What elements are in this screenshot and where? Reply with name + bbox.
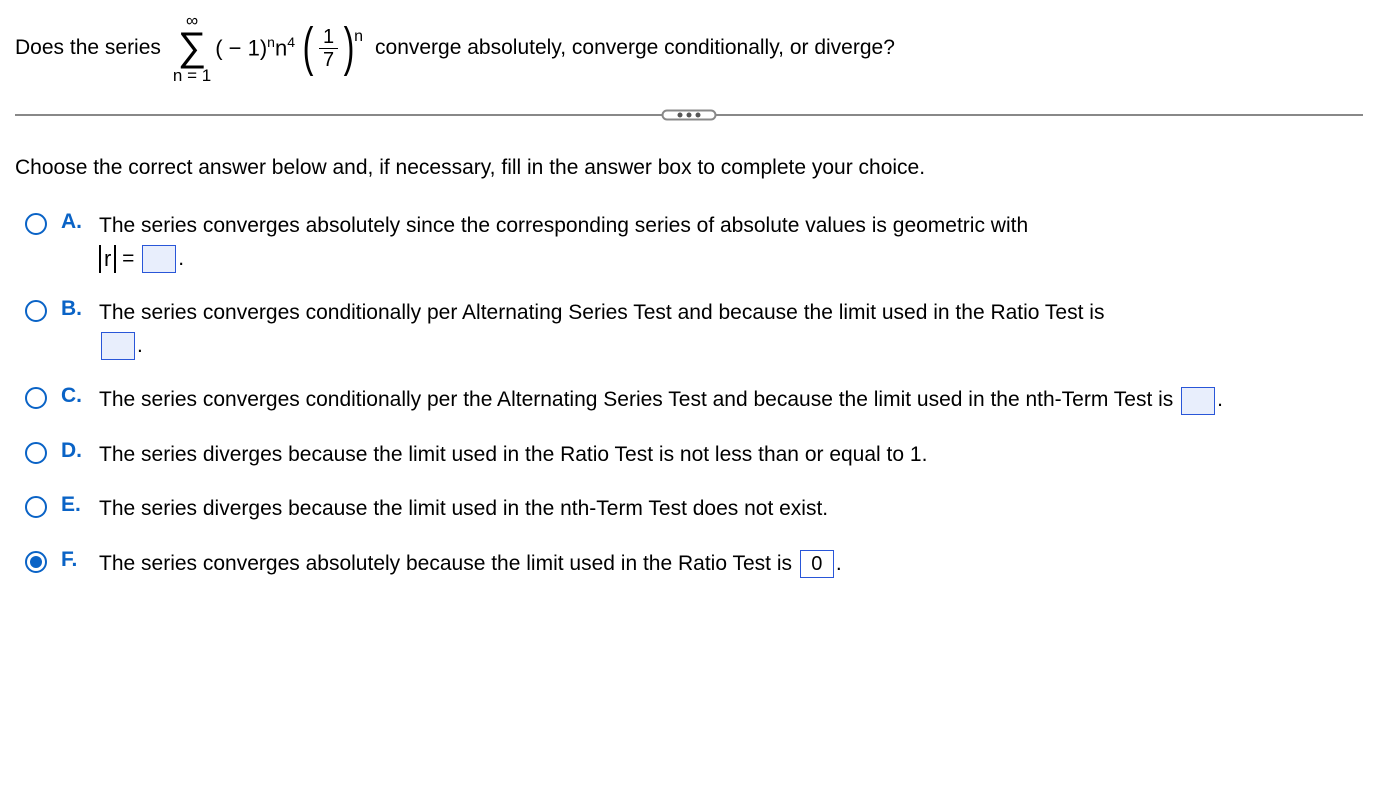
dot-icon <box>687 113 692 118</box>
text-A: The series converges absolutely since th… <box>99 210 1363 275</box>
radio-B[interactable] <box>25 300 47 322</box>
radio-A[interactable] <box>25 213 47 235</box>
question-suffix: converge absolutely, converge conditiona… <box>375 36 895 60</box>
sigma-lower: n = 1 <box>173 67 211 84</box>
text-D: The series diverges because the limit us… <box>99 439 1363 472</box>
series-expression: ∞ ∑ n = 1 ( − 1)nn4 ( 1 7 ) n <box>173 12 363 84</box>
answer-box-F[interactable]: 0 <box>800 550 834 578</box>
label-C: C. <box>61 384 85 408</box>
answer-box-A[interactable] <box>142 245 176 273</box>
outer-exponent: n <box>354 28 363 46</box>
question-stem: Does the series ∞ ∑ n = 1 ( − 1)nn4 ( 1 … <box>15 12 1363 84</box>
choice-E: E. The series diverges because the limit… <box>15 493 1363 526</box>
radio-E[interactable] <box>25 496 47 518</box>
label-F: F. <box>61 548 85 572</box>
term-neg1: ( − 1)nn4 <box>215 34 295 61</box>
radio-C[interactable] <box>25 387 47 409</box>
abs-r: r <box>99 245 116 273</box>
sigma-block: ∞ ∑ n = 1 <box>173 12 211 84</box>
label-D: D. <box>61 439 85 463</box>
label-B: B. <box>61 297 85 321</box>
text-B: The series converges conditionally per A… <box>99 297 1363 362</box>
answer-box-C[interactable] <box>1181 387 1215 415</box>
question-prefix: Does the series <box>15 36 161 60</box>
fraction-term: ( 1 7 ) n <box>299 26 363 71</box>
fraction: 1 7 <box>319 26 338 71</box>
choice-F: F. The series converges absolutely becau… <box>15 548 1363 581</box>
dot-icon <box>678 113 683 118</box>
choices-list: A. The series converges absolutely since… <box>15 210 1363 580</box>
label-A: A. <box>61 210 85 234</box>
dot-icon <box>696 113 701 118</box>
choice-D: D. The series diverges because the limit… <box>15 439 1363 472</box>
radio-D[interactable] <box>25 442 47 464</box>
text-C: The series converges conditionally per t… <box>99 384 1363 417</box>
expand-button[interactable] <box>662 110 717 121</box>
section-divider <box>15 114 1363 116</box>
text-F: The series converges absolutely because … <box>99 548 1363 581</box>
choice-A: A. The series converges absolutely since… <box>15 210 1363 275</box>
choice-C: C. The series converges conditionally pe… <box>15 384 1363 417</box>
label-E: E. <box>61 493 85 517</box>
text-E: The series diverges because the limit us… <box>99 493 1363 526</box>
sigma-symbol: ∑ <box>178 29 207 65</box>
choice-B: B. The series converges conditionally pe… <box>15 297 1363 362</box>
answer-box-B[interactable] <box>101 332 135 360</box>
radio-F[interactable] <box>25 551 47 573</box>
instructions-text: Choose the correct answer below and, if … <box>15 156 1363 180</box>
